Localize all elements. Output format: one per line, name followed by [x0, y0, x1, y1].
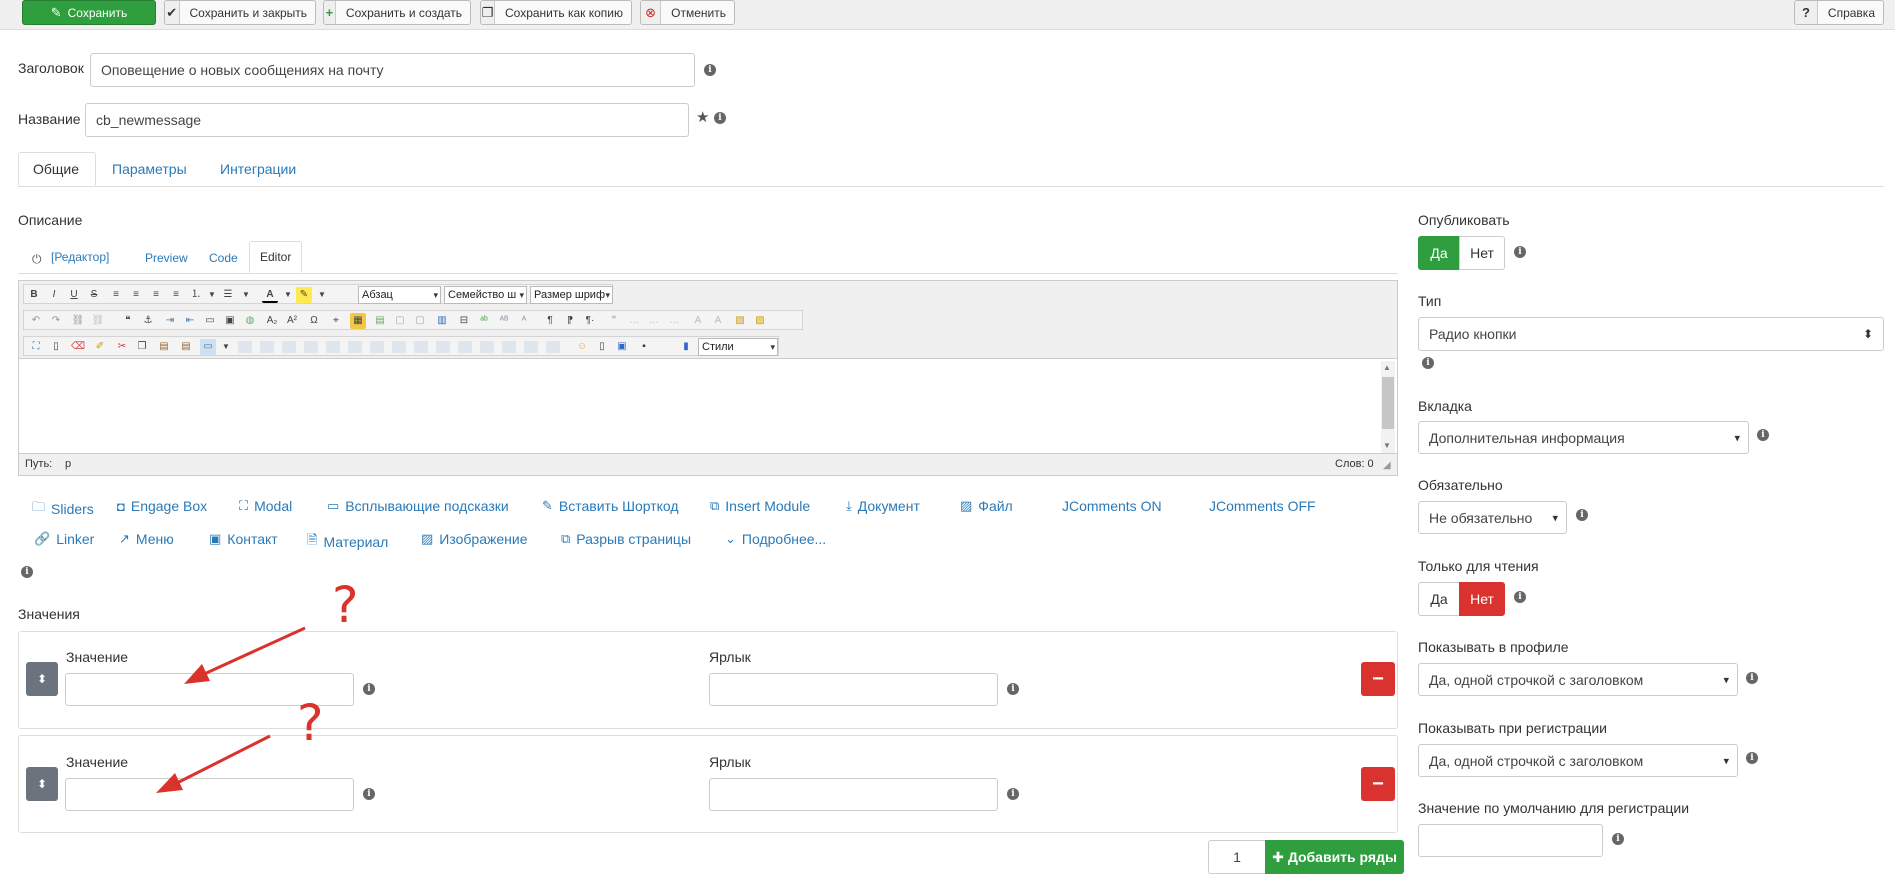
tab-label: Вкладка	[1418, 398, 1472, 414]
required-select[interactable]: Не обязательно	[1418, 501, 1567, 534]
arrow-head	[156, 773, 183, 793]
row-count-input[interactable]: 1	[1208, 840, 1266, 874]
info-icon: i	[1746, 752, 1758, 764]
info-icon: i	[1612, 833, 1624, 845]
readonly-label: Только для чтения	[1418, 558, 1539, 574]
profile-select[interactable]: Да, одной строчкой с заголовком	[1418, 663, 1738, 696]
registration-select[interactable]: Да, одной строчкой с заголовком	[1418, 744, 1738, 777]
arrow-line	[201, 626, 306, 677]
publish-label: Опубликовать	[1418, 212, 1510, 228]
readonly-yes-button[interactable]: Да	[1418, 582, 1460, 616]
info-icon: i	[1757, 429, 1769, 441]
publish-yes-button[interactable]: Да	[1418, 236, 1460, 270]
add-rows-button[interactable]: ✚ Добавить ряды	[1265, 840, 1404, 874]
publish-no-button[interactable]: Нет	[1459, 236, 1505, 270]
info-icon: i	[1422, 357, 1434, 369]
profile-label: Показывать в профиле	[1418, 639, 1569, 655]
info-icon: i	[1514, 246, 1526, 258]
plus-icon: ✚	[1272, 848, 1284, 865]
info-icon: i	[1514, 591, 1526, 603]
question-mark-annotation: ?	[332, 576, 359, 634]
registration-label: Показывать при регистрации	[1418, 720, 1607, 736]
tab-select[interactable]: Дополнительная информация	[1418, 421, 1749, 454]
required-label: Обязательно	[1418, 477, 1503, 493]
type-label: Тип	[1418, 293, 1442, 309]
arrow-head	[184, 664, 210, 684]
readonly-no-button[interactable]: Нет	[1459, 582, 1505, 616]
type-select[interactable]: Радио кнопки	[1418, 317, 1884, 351]
default-value-label: Значение по умолчанию для регистрации	[1418, 800, 1690, 816]
info-icon: i	[1746, 672, 1758, 684]
question-mark-annotation: ?	[297, 694, 324, 752]
arrow-line	[174, 734, 271, 786]
default-value-input[interactable]	[1418, 824, 1603, 857]
info-icon: i	[1576, 509, 1588, 521]
